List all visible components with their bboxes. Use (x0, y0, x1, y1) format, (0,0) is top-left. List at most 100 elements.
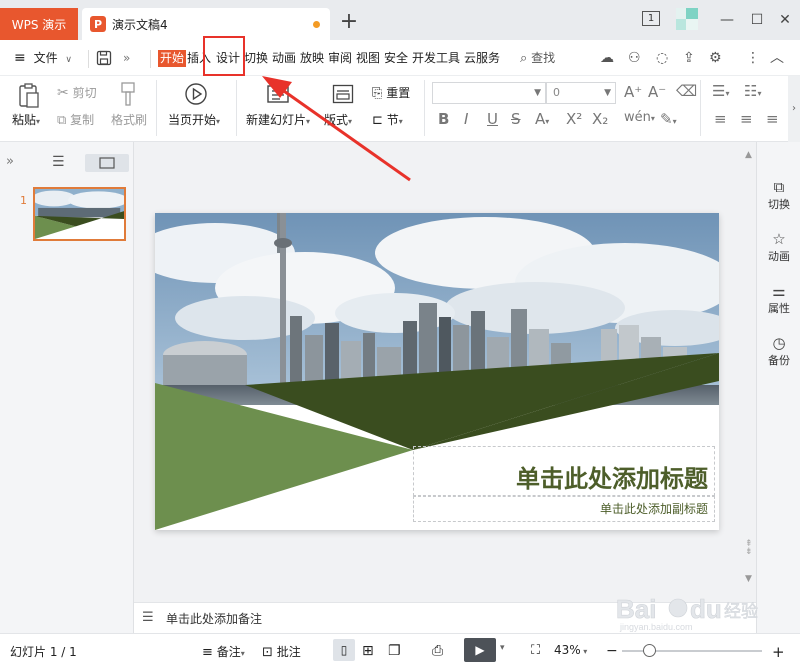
svg-text:经验: 经验 (724, 602, 758, 622)
more-icon[interactable]: ⋮ (746, 48, 760, 68)
play-slideshow-button[interactable]: ▶ (464, 638, 496, 662)
file-menu[interactable]: ≡ 文件 ∨ (14, 48, 72, 68)
minimize-button[interactable]: — (716, 10, 738, 30)
reading-view-icon[interactable]: ❐ (388, 643, 401, 659)
scroll-up-icon[interactable]: ▲ (745, 150, 752, 160)
zoom-level[interactable]: 43% ▾ (554, 643, 587, 657)
window-count-icon[interactable]: 1 (642, 11, 660, 26)
slide-sorter-icon[interactable]: ⊞ (362, 643, 374, 659)
slide-title-placeholder[interactable]: 单击此处添加标题 (516, 459, 708, 494)
backup-panel-button[interactable]: ◷ 备份 (757, 334, 800, 368)
cloud-sync-icon[interactable]: ☁ (600, 48, 614, 68)
svg-text:Bai: Bai (616, 594, 656, 624)
ribbon-divider (236, 80, 237, 136)
subscript-icon[interactable]: X₂ (592, 110, 608, 128)
search-button[interactable]: ⌕ 查找 (520, 48, 555, 68)
close-button[interactable]: ✕ (774, 10, 796, 30)
zoom-in-icon[interactable]: + (772, 643, 785, 661)
decrease-font-icon[interactable]: A⁻ (648, 83, 666, 101)
tab-cloud[interactable]: 云服务 (464, 50, 500, 67)
comments-button[interactable]: ⊡ 批注 (262, 643, 301, 660)
scroll-page-icon[interactable]: ⇞ ⇟ (745, 540, 753, 557)
export-icon[interactable]: ⇪ (683, 48, 695, 68)
font-color-icon[interactable]: A▾ (535, 110, 549, 128)
layout-button[interactable]: 版式▾ (324, 111, 352, 128)
layout-icon[interactable] (332, 84, 354, 107)
paste-icon[interactable] (17, 82, 41, 113)
bold-button[interactable]: B (438, 110, 449, 128)
ribbon-scroll-right-icon[interactable]: › (788, 76, 800, 142)
play-circle-icon[interactable] (184, 82, 208, 109)
copy-button[interactable]: ⧉ 复制 (57, 111, 94, 128)
slide-subtitle-placeholder[interactable]: 单击此处添加副标题 (600, 500, 708, 517)
thumbnail-view-button[interactable] (85, 154, 129, 172)
chevron-down-icon: ▾ (306, 117, 311, 126)
increase-font-icon[interactable]: A⁺ (624, 83, 642, 101)
app-tab-wps[interactable]: WPS 演示 (0, 8, 78, 40)
zoom-slider-handle[interactable] (643, 644, 656, 657)
svg-text:du: du (690, 594, 722, 624)
slide-canvas[interactable]: 单击此处添加标题 单击此处添加副标题 (155, 213, 719, 530)
notes-placeholder[interactable]: 单击此处添加备注 (166, 610, 262, 627)
notes-toggle-button[interactable]: ≡ 备注▾ (202, 643, 245, 660)
pinyin-icon[interactable]: wén▾ (624, 110, 655, 125)
align-right-icon[interactable]: ≡ (766, 110, 779, 128)
tab-security[interactable]: 安全 (384, 50, 408, 67)
italic-button[interactable]: I (464, 110, 468, 128)
tab-home[interactable]: 开始 (158, 50, 187, 67)
eraser-icon[interactable]: ⌫ (676, 82, 697, 100)
paste-button[interactable]: 粘贴▾ (12, 111, 40, 128)
share-user-icon[interactable]: ⚇ (628, 48, 641, 68)
properties-panel-button[interactable]: ⚌ 属性 (757, 282, 800, 316)
chevron-down-icon: ▾ (398, 117, 403, 126)
expand-panel-icon[interactable]: » (6, 154, 14, 169)
new-slide-icon[interactable] (266, 82, 292, 111)
strikethrough-button[interactable]: S (511, 110, 521, 128)
align-left-icon[interactable]: ≡ (714, 110, 727, 128)
format-painter-icon[interactable] (117, 81, 139, 110)
subtitle-placeholder-box[interactable]: 单击此处添加副标题 (413, 496, 715, 522)
outline-view-icon[interactable]: ☰ (52, 154, 65, 170)
tab-animation[interactable]: 动画 (272, 50, 296, 67)
scroll-down-icon[interactable]: ▼ (745, 574, 752, 584)
format-painter-button[interactable]: 格式刷 (111, 111, 147, 128)
avatar[interactable] (672, 8, 700, 30)
gear-icon[interactable]: ⚙ (709, 48, 722, 68)
tab-slideshow[interactable]: 放映 (300, 50, 324, 67)
fit-window-icon[interactable]: ⛶ (531, 643, 540, 658)
collapse-ribbon-icon[interactable]: ︿ (770, 48, 784, 68)
from-current-button[interactable]: 当页开始▾ (168, 111, 220, 128)
font-name-select[interactable]: ▼ (432, 82, 546, 104)
chevron-down-icon: ▼ (534, 88, 541, 98)
tab-developer[interactable]: 开发工具 (412, 50, 460, 67)
new-slide-button[interactable]: 新建幻灯片▾ (246, 111, 310, 128)
numbered-list-icon[interactable]: ☷▾ (744, 82, 761, 100)
comment-icon[interactable]: ◌ (656, 48, 668, 68)
normal-view-icon[interactable]: ▯ (333, 639, 355, 661)
slide-thumbnail[interactable] (33, 187, 126, 241)
bullet-list-icon[interactable]: ☰▾ (712, 82, 729, 100)
comment-add-icon: ⊡ (262, 645, 273, 660)
font-size-value: 0 (553, 86, 560, 99)
tab-transition[interactable]: 切换 (244, 50, 268, 67)
double-chevron-right-icon[interactable]: » (123, 48, 130, 68)
cut-button[interactable]: ✂ 剪切 (57, 84, 97, 101)
maximize-button[interactable]: ☐ (746, 10, 768, 30)
tab-review[interactable]: 审阅 (328, 50, 352, 67)
tab-view[interactable]: 视图 (356, 50, 380, 67)
align-center-icon[interactable]: ≡ (740, 110, 753, 128)
reset-button[interactable]: ⎘ 重置 (372, 84, 410, 101)
zoom-out-icon[interactable]: − (606, 643, 618, 659)
save-icon[interactable] (96, 48, 112, 68)
presenter-icon[interactable]: ⎙ (432, 643, 443, 659)
animation-panel-button[interactable]: ☆ 动画 (757, 230, 800, 264)
new-tab-button[interactable]: + (338, 10, 360, 34)
transition-panel-button[interactable]: ⧉ 切换 (757, 178, 800, 212)
superscript-icon[interactable]: X² (566, 110, 582, 128)
title-placeholder-box[interactable]: 单击此处添加标题 (413, 446, 715, 496)
font-size-select[interactable]: 0 ▼ (546, 82, 616, 104)
underline-button[interactable]: U (487, 110, 498, 128)
section-button[interactable]: ⊏ 节▾ (372, 111, 403, 128)
highlight-icon[interactable]: ✎▾ (660, 110, 677, 128)
chevron-down-icon[interactable]: ▾ (500, 643, 505, 653)
